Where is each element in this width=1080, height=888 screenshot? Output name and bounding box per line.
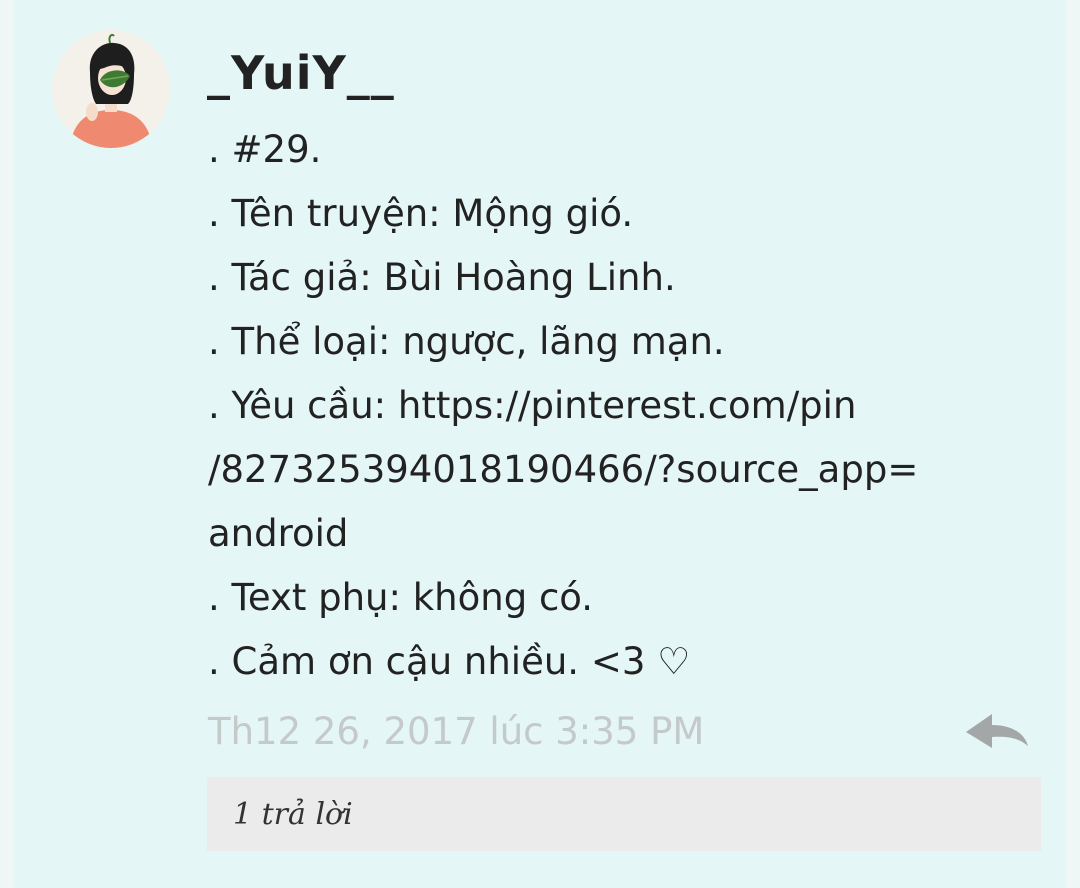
avatar-girl-with-leaf-icon [52, 30, 170, 148]
view-replies-button[interactable]: 1 trả lời [207, 777, 1041, 851]
comment-card: _YuiY__ . #29. . Tên truyện: Mộng gió. .… [14, 0, 1066, 888]
comment-line: android [208, 512, 349, 555]
comment-body: . #29. . Tên truyện: Mộng gió. . Tác giả… [208, 118, 1048, 694]
reply-arrow-icon [966, 714, 1028, 748]
comment-timestamp: Th12 26, 2017 lúc 3:35 PM [208, 710, 705, 753]
comment-line: /827325394018190466/?source_app= [208, 448, 919, 491]
comment-line: . Tác giả: Bùi Hoàng Linh. [208, 256, 676, 299]
comment-line: . #29. [208, 128, 322, 171]
comment-line: . Text phụ: không có. [208, 576, 594, 619]
reply-button[interactable] [962, 708, 1032, 758]
comment-line: . Tên truyện: Mộng gió. [208, 192, 634, 235]
replies-count-label: 1 trả lời [233, 797, 353, 832]
comment-line: . Thể loại: ngược, lãng mạn. [208, 320, 725, 363]
user-avatar[interactable] [52, 30, 170, 148]
comment-line: . Cảm ơn cậu nhiều. <3 ♡ [208, 640, 691, 683]
comment-line: . Yêu cầu: https://pinterest.com/pin [208, 384, 857, 427]
username[interactable]: _YuiY__ [207, 46, 395, 100]
